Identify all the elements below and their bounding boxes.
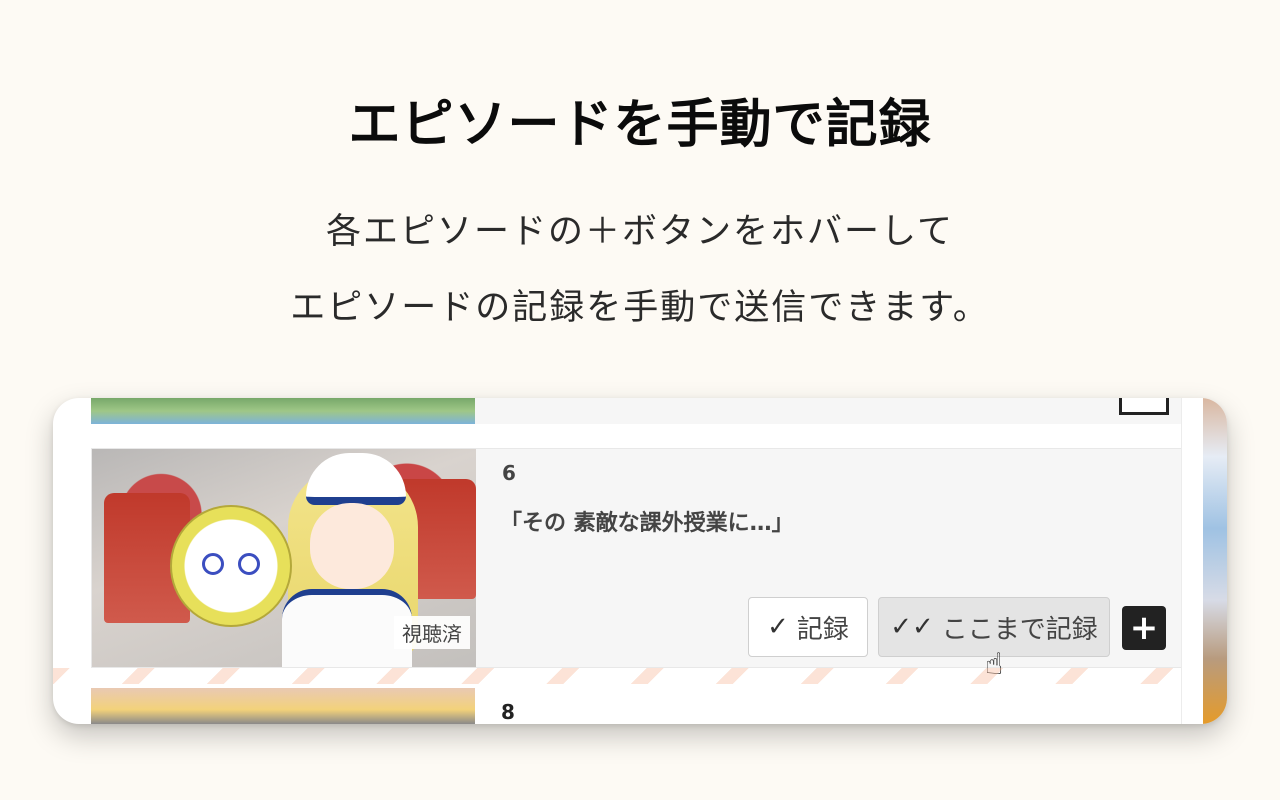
previous-episode-info <box>475 398 1181 424</box>
watched-badge: 視聴済 <box>394 616 470 649</box>
thumbnail-art-mascot <box>170 505 292 627</box>
episode-row: 視聴済 6 「その 素敵な課外授業に…」 ✓ 記録 ✓✓ ここまで記録 + <box>91 448 1185 668</box>
episode-thumbnail[interactable]: 視聴済 <box>92 449 476 667</box>
previous-episode-thumbnail[interactable] <box>91 398 475 424</box>
episode-title[interactable]: 「その 素敵な課外授業に…」 <box>500 505 794 537</box>
mascot-eye <box>238 553 260 575</box>
thumbnail-art-hat <box>306 453 406 505</box>
double-check-icon: ✓✓ <box>890 612 934 642</box>
next-episode-thumbnail[interactable] <box>91 688 475 724</box>
decorative-stripe <box>53 668 1181 684</box>
plus-button[interactable]: + <box>1122 606 1166 650</box>
plus-icon: + <box>1129 608 1159 648</box>
record-button[interactable]: ✓ 記録 <box>748 597 868 657</box>
scrollbar-track[interactable] <box>1181 398 1204 724</box>
screenshot-card: 視聴済 6 「その 素敵な課外授業に…」 ✓ 記録 ✓✓ ここまで記録 + ☝ … <box>53 398 1227 724</box>
mascot-eye <box>202 553 224 575</box>
description-line-1: 各エピソードの＋ボタンをホバーして <box>326 212 954 252</box>
thumbnail-art-face <box>310 503 394 589</box>
description-line-2: エピソードの記録を手動で送信できます。 <box>290 288 990 328</box>
adjacent-column-image <box>1203 398 1227 724</box>
record-button-label: 記録 <box>796 614 849 645</box>
episode-number: 6 <box>502 461 516 485</box>
thumbnail-art-body <box>282 589 412 667</box>
page-headline: エピソードを手動で記録 <box>348 95 932 155</box>
record-until-here-label: ここまで記録 <box>941 614 1098 645</box>
check-icon: ✓ <box>767 612 789 642</box>
next-episode-info <box>475 688 1181 724</box>
next-episode-number: 8 <box>501 700 515 724</box>
previous-episode-record-box[interactable] <box>1119 398 1169 415</box>
